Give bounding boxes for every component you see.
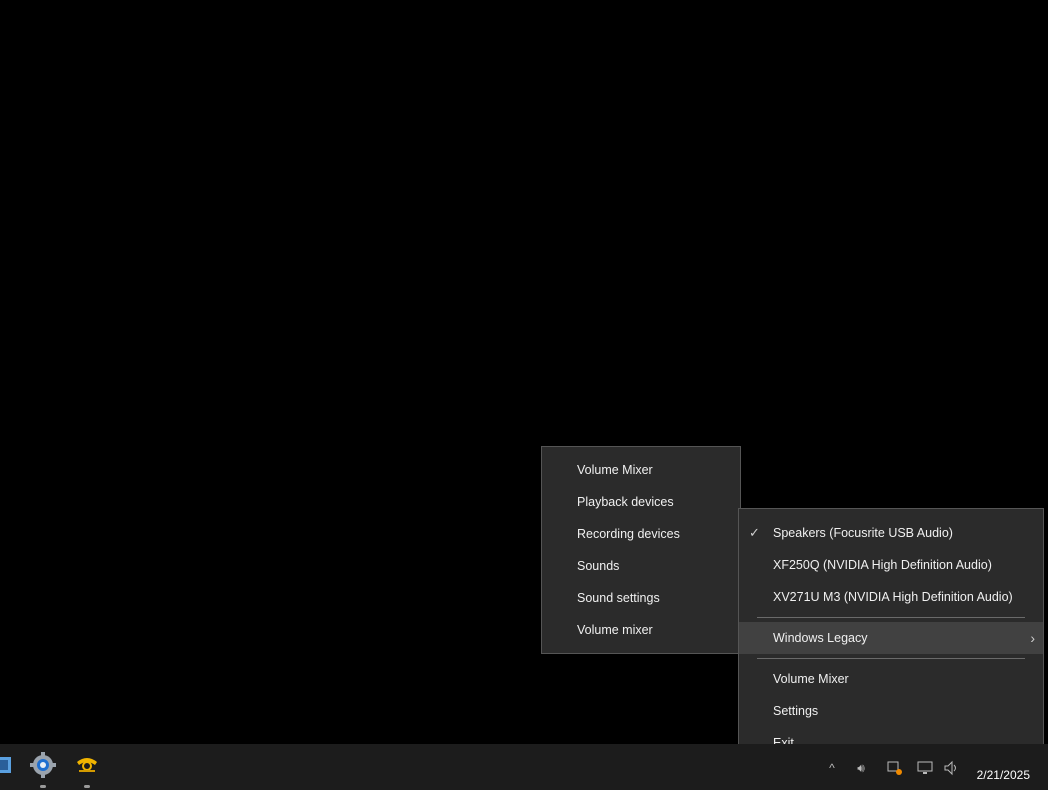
taskbar-app-network[interactable] [0,750,20,784]
speaker-icon[interactable]: 🔊︎ [852,760,870,776]
menu-separator [757,617,1025,618]
taskbar-clock-date[interactable]: 2/21/2025 [977,768,1030,782]
network-icon [0,755,13,780]
checkmark-icon: ✓ [749,517,765,549]
menu-item-volume-mixer-2[interactable]: Volume mixer [542,614,740,646]
running-indicator [84,785,90,788]
settings-gear-icon [30,752,56,783]
menu-item-volume-mixer[interactable]: Volume Mixer [739,663,1043,695]
menu-item-sound-settings[interactable]: Sound settings [542,582,740,614]
device-item-xf250q[interactable]: XF250Q (NVIDIA High Definition Audio) [739,549,1043,581]
mail-horn-icon [75,756,99,779]
display-icon[interactable] [916,760,934,776]
device-item-speakers[interactable]: ✓ Speakers (Focusrite USB Audio) [739,517,1043,549]
notification-icon[interactable] [886,760,904,776]
menu-item-sounds[interactable]: Sounds [542,550,740,582]
running-indicator [40,785,46,788]
device-label: Speakers (Focusrite USB Audio) [773,526,953,540]
menu-separator [757,658,1025,659]
taskbar-app-settings[interactable] [26,750,60,784]
submenu-windows-legacy[interactable]: Windows Legacy › [739,622,1043,654]
menu-item-playback-devices[interactable]: Playback devices [542,486,740,518]
device-label: XF250Q (NVIDIA High Definition Audio) [773,558,992,572]
taskbar-app-mail[interactable] [70,750,104,784]
menu-item-recording-devices[interactable]: Recording devices [542,518,740,550]
chevron-right-icon: › [1030,622,1035,654]
audio-device-menu: ✓ Speakers (Focusrite USB Audio) XF250Q … [738,508,1044,768]
submenu-label: Windows Legacy [773,631,868,645]
device-item-xv271u[interactable]: XV271U M3 (NVIDIA High Definition Audio) [739,581,1043,613]
device-label: XV271U M3 (NVIDIA High Definition Audio) [773,590,1013,604]
tray-overflow-icon[interactable]: ^ [823,760,841,776]
menu-item-settings[interactable]: Settings [739,695,1043,727]
volume-icon[interactable] [942,760,960,776]
sound-context-menu: Volume Mixer Playback devices Recording … [541,446,741,654]
menu-item-volume-mixer[interactable]: Volume Mixer [542,454,740,486]
